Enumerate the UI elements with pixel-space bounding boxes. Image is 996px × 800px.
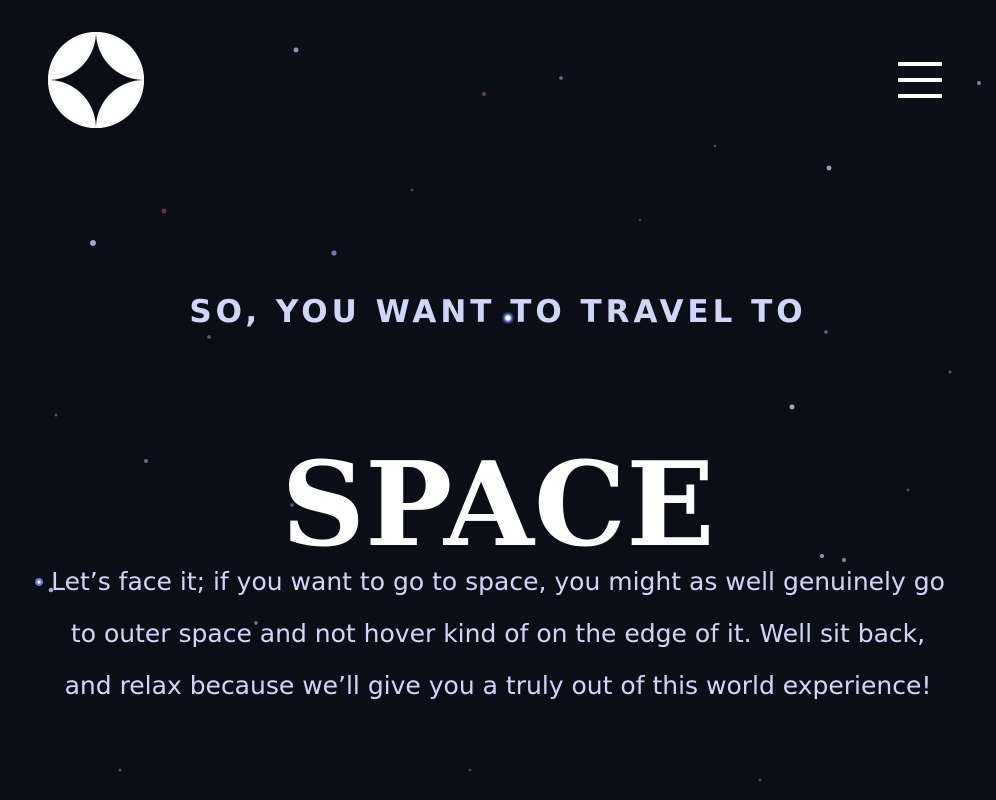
hero-eyebrow: SO, YOU WANT TO TRAVEL TO (189, 293, 807, 330)
hero-description: Let’s face it; if you want to go to spac… (51, 567, 945, 700)
hero-section: SO, YOU WANT TO TRAVEL TO SPACE Let’s fa… (0, 0, 996, 800)
